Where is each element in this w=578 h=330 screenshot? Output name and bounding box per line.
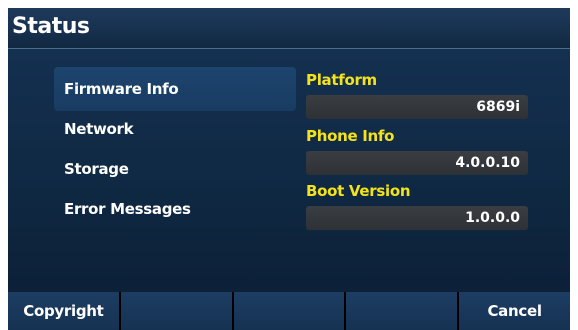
menu-item-label: Network: [64, 120, 134, 138]
menu-item-error-messages[interactable]: Error Messages: [54, 187, 296, 231]
softkey-2[interactable]: [120, 292, 232, 330]
cancel-softkey[interactable]: Cancel: [459, 292, 570, 330]
platform-value: 6869i: [306, 95, 528, 119]
menu-item-label: Error Messages: [64, 200, 191, 218]
boot-version-value: 1.0.0.0: [306, 206, 528, 230]
status-content: Firmware Info Network Storage Error Mess…: [8, 49, 570, 292]
copyright-softkey[interactable]: Copyright: [8, 292, 119, 330]
menu-item-network[interactable]: Network: [54, 107, 296, 151]
softkey-bar: Copyright Cancel: [8, 292, 570, 330]
platform-label: Platform: [306, 71, 377, 89]
title-bar: Status: [8, 8, 570, 48]
phone-info-value: 4.0.0.10: [306, 151, 528, 175]
softkey-4[interactable]: [346, 292, 458, 330]
phone-screen: Status Firmware Info Network Storage Err…: [8, 8, 570, 330]
page-title: Status: [12, 14, 90, 39]
menu-item-storage[interactable]: Storage: [54, 147, 296, 191]
phone-info-label: Phone Info: [306, 127, 395, 145]
softkey-3[interactable]: [233, 292, 345, 330]
menu-item-label: Storage: [64, 160, 129, 178]
menu-item-firmware-info[interactable]: Firmware Info: [54, 67, 296, 111]
menu-item-label: Firmware Info: [64, 80, 179, 98]
boot-version-label: Boot Version: [306, 182, 411, 200]
